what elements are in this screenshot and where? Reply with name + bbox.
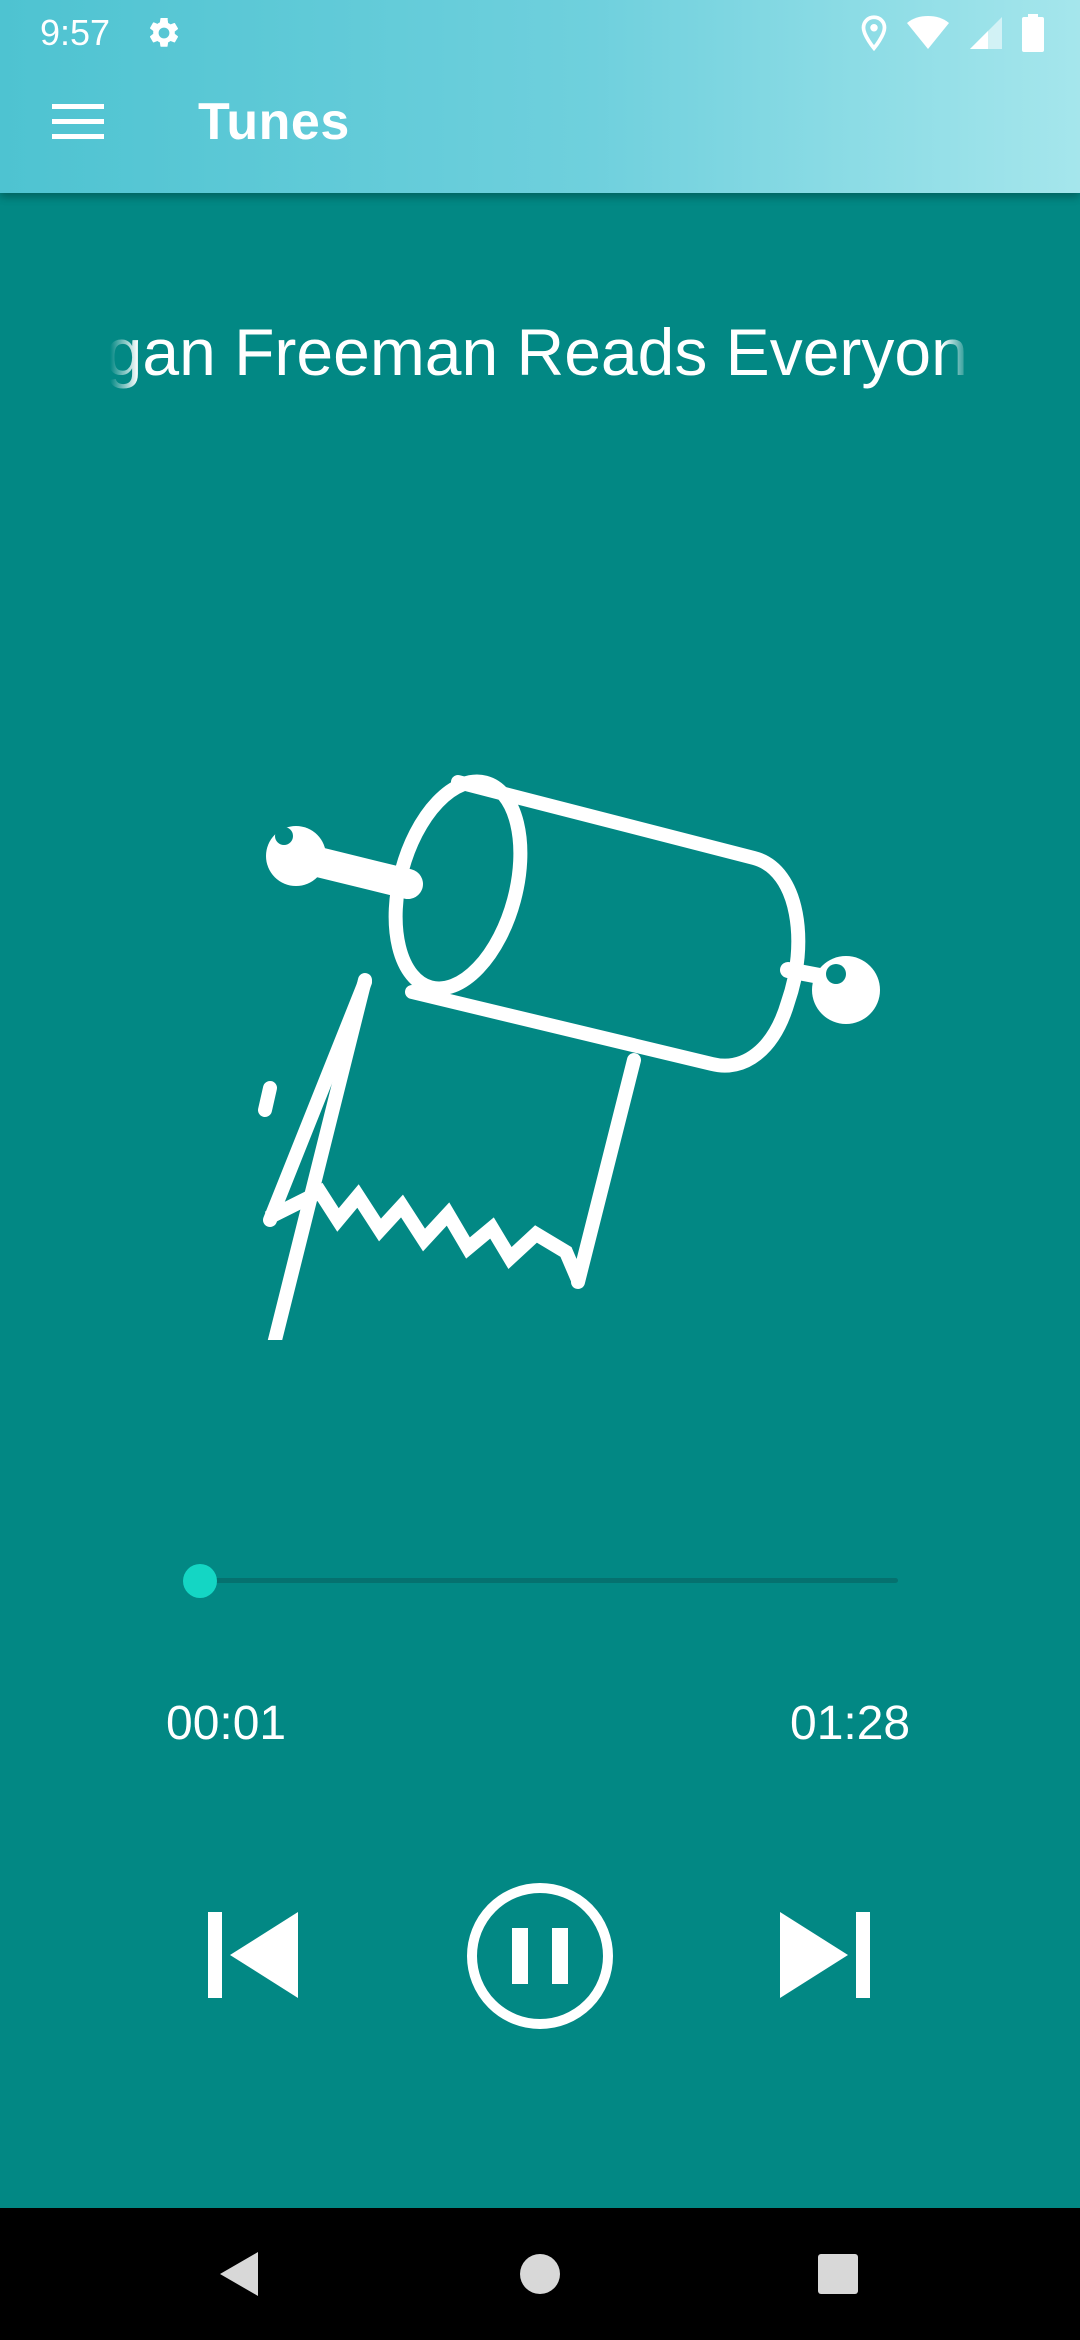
system-nav-bar [0, 2208, 1080, 2340]
wifi-icon [907, 16, 949, 49]
home-circle-icon[interactable] [510, 2244, 570, 2304]
status-bar: 9:57 [0, 0, 1080, 66]
total-duration: 01:28 [790, 1697, 911, 1750]
play-pause-button[interactable] [460, 1876, 620, 2036]
seek-bar[interactable] [176, 1556, 902, 1606]
track-title: Morgan Freeman Reads Everyone's Name [110, 315, 970, 389]
track-title-marquee: Morgan Freeman Reads Everyone's Name [110, 308, 970, 398]
pause-circle-icon [467, 1883, 613, 2029]
toilet-paper-roll-icon [258, 774, 880, 1340]
hamburger-menu-icon[interactable] [40, 96, 114, 148]
settings-gear-icon [149, 17, 179, 47]
signal-icon [970, 17, 1002, 49]
seek-track[interactable] [192, 1578, 898, 1583]
back-triangle-icon[interactable] [210, 2244, 270, 2304]
elapsed-time: 00:01 [166, 1697, 287, 1750]
skip-next-button[interactable] [768, 1900, 888, 2010]
seek-thumb[interactable] [182, 1564, 217, 1598]
player-screen: 9:57 Tunes gan Freeman Reads Everyon 00:… [0, 0, 1080, 2340]
status-time: 9:57 [40, 12, 111, 53]
battery-icon [1022, 14, 1044, 52]
skip-next-icon [780, 1912, 870, 1998]
status-icons [860, 12, 1044, 54]
skip-previous-icon [208, 1912, 298, 1998]
app-bar: 9:57 Tunes [0, 0, 1080, 193]
app-title: Tunes [198, 93, 350, 151]
location-icon [861, 15, 887, 52]
recents-square-icon[interactable] [808, 2244, 868, 2304]
skip-previous-button[interactable] [190, 1900, 310, 2010]
